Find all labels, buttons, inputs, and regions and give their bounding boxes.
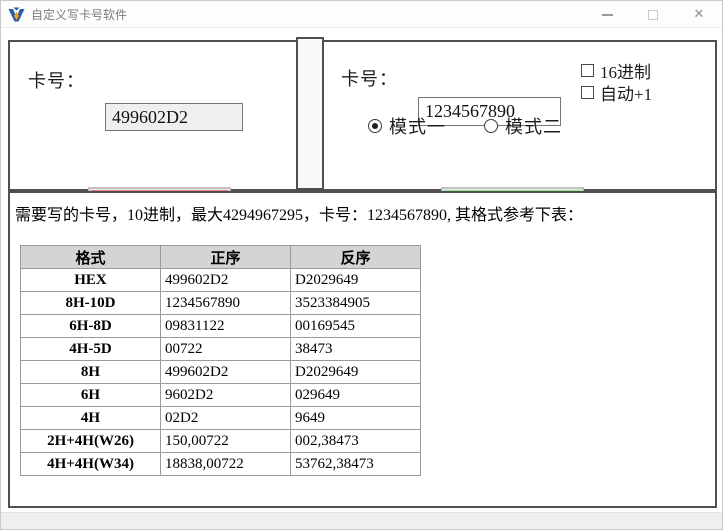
format-cell: 8H xyxy=(21,361,161,384)
format-cell: 4H xyxy=(21,407,161,430)
value-cell: 002,38473 xyxy=(291,430,421,453)
value-cell: 150,00722 xyxy=(161,430,291,453)
mode2-radio-label[interactable]: 模式二 xyxy=(505,113,562,139)
read-card-number-field[interactable] xyxy=(105,103,243,131)
table-row: 4H02D29649 xyxy=(21,407,421,430)
value-cell: 499602D2 xyxy=(161,269,291,292)
window-title: 自定义写卡号软件 xyxy=(31,6,127,23)
mode1-radio-row: 模式一 xyxy=(368,113,446,139)
table-row: 6H-8D0983112200169545 xyxy=(21,315,421,338)
value-cell: 1234567890 xyxy=(161,292,291,315)
format-cell: 4H+4H(W34) xyxy=(21,453,161,476)
close-button[interactable]: ✕ xyxy=(676,1,722,28)
value-cell: 499602D2 xyxy=(161,361,291,384)
mode2-radio-row: 模式二 xyxy=(484,113,562,139)
title-bar: 自定义写卡号软件 ✕ xyxy=(1,1,722,28)
table-row: 2H+4H(W26)150,00722002,38473 xyxy=(21,430,421,453)
value-cell: 09831122 xyxy=(161,315,291,338)
column-header-forward: 正序 xyxy=(161,246,291,269)
close-icon: ✕ xyxy=(694,7,705,22)
card-io-panel: 卡号： 读卡号 卡号： 16进制 自动+1 模式一 模式二 写卡号 xyxy=(8,40,717,191)
table-row: 8H499602D2D2029649 xyxy=(21,361,421,384)
format-cell: 6H-8D xyxy=(21,315,161,338)
format-table-body: HEX499602D2D20296498H-10D123456789035233… xyxy=(21,269,421,476)
value-cell: 3523384905 xyxy=(291,292,421,315)
value-cell: 9649 xyxy=(291,407,421,430)
read-card-label: 卡号： xyxy=(28,67,85,93)
panel-divider xyxy=(296,37,324,190)
app-icon xyxy=(8,7,25,22)
app-window: 自定义写卡号软件 ✕ 卡号： 读卡号 卡号： 16进制 自动+1 模式一 模式二 xyxy=(0,0,723,530)
format-cell: 8H-10D xyxy=(21,292,161,315)
format-cell: 4H-5D xyxy=(21,338,161,361)
mode1-radio-label[interactable]: 模式一 xyxy=(389,113,446,139)
auto-increment-checkbox-row: 自动+1 xyxy=(581,80,652,105)
value-cell: D2029649 xyxy=(291,361,421,384)
table-row: 4H+4H(W34)18838,0072253762,38473 xyxy=(21,453,421,476)
format-description: 需要写的卡号，10进制，最大4294967295，卡号：1234567890, … xyxy=(15,201,583,225)
mode1-radio[interactable] xyxy=(368,119,382,133)
format-cell: 6H xyxy=(21,384,161,407)
value-cell: D2029649 xyxy=(291,269,421,292)
window-controls: ✕ xyxy=(584,1,722,28)
maximize-button[interactable] xyxy=(630,1,676,28)
value-cell: 9602D2 xyxy=(161,384,291,407)
auto-increment-checkbox[interactable] xyxy=(581,86,594,99)
value-cell: 02D2 xyxy=(161,407,291,430)
minimize-button[interactable] xyxy=(584,1,630,28)
format-cell: 2H+4H(W26) xyxy=(21,430,161,453)
value-cell: 00169545 xyxy=(291,315,421,338)
write-card-label: 卡号： xyxy=(341,65,398,91)
format-reference-panel: 需要写的卡号，10进制，最大4294967295，卡号：1234567890, … xyxy=(8,191,717,508)
table-row: HEX499602D2D2029649 xyxy=(21,269,421,292)
format-cell: HEX xyxy=(21,269,161,292)
value-cell: 00722 xyxy=(161,338,291,361)
column-header-reverse: 反序 xyxy=(291,246,421,269)
value-cell: 53762,38473 xyxy=(291,453,421,476)
value-cell: 029649 xyxy=(291,384,421,407)
minimize-icon xyxy=(602,14,613,16)
mode2-radio[interactable] xyxy=(484,119,498,133)
auto-increment-checkbox-label[interactable]: 自动+1 xyxy=(600,80,652,105)
value-cell: 18838,00722 xyxy=(161,453,291,476)
maximize-icon xyxy=(648,10,658,20)
table-header-row: 格式 正序 反序 xyxy=(21,246,421,269)
table-row: 6H9602D2029649 xyxy=(21,384,421,407)
table-row: 8H-10D12345678903523384905 xyxy=(21,292,421,315)
column-header-format: 格式 xyxy=(21,246,161,269)
status-bar xyxy=(1,512,722,529)
format-table: 格式 正序 反序 HEX499602D2D20296498H-10D123456… xyxy=(20,245,421,476)
table-row: 4H-5D0072238473 xyxy=(21,338,421,361)
value-cell: 38473 xyxy=(291,338,421,361)
hex-checkbox[interactable] xyxy=(581,64,594,77)
